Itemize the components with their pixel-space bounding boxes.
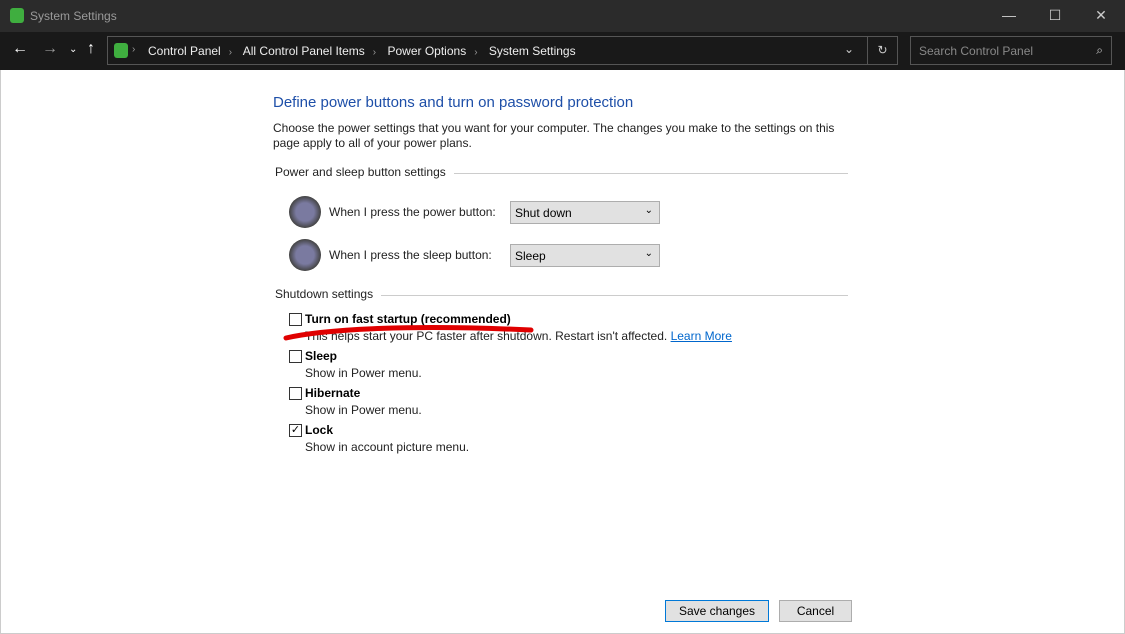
search-icon[interactable]: ⌕ bbox=[1096, 43, 1103, 58]
sleep-button-label: When I press the sleep button: bbox=[329, 248, 492, 262]
breadcrumb: Control Panel › All Control Panel Items › … bbox=[148, 44, 576, 58]
lock-checkbox[interactable]: ✓ bbox=[289, 424, 302, 437]
power-button-select[interactable]: Shut down ⌄ bbox=[510, 201, 660, 224]
sleep-description: Show in Power menu. bbox=[305, 366, 422, 380]
breadcrumb-item[interactable]: Power Options bbox=[387, 44, 466, 58]
back-arrow-icon[interactable]: ← bbox=[12, 40, 28, 58]
sleep-label[interactable]: Sleep bbox=[305, 349, 337, 363]
refresh-icon[interactable]: ↻ bbox=[867, 37, 897, 64]
sleep-button-icon bbox=[289, 239, 321, 271]
control-panel-icon bbox=[10, 8, 24, 23]
minimize-button[interactable]: — bbox=[986, 0, 1032, 32]
power-button-label: When I press the power button: bbox=[329, 205, 496, 219]
maximize-button[interactable]: ☐ bbox=[1032, 0, 1078, 32]
lock-description: Show in account picture menu. bbox=[305, 440, 470, 454]
sleep-checkbox[interactable] bbox=[289, 350, 302, 363]
breadcrumb-item[interactable]: Control Panel bbox=[148, 44, 221, 58]
address-dropdown-icon[interactable]: ⌄ bbox=[844, 42, 854, 56]
close-button[interactable]: ✕ bbox=[1078, 0, 1124, 32]
title-bar: System Settings — ☐ ✕ bbox=[0, 0, 1125, 32]
learn-more-link[interactable]: Learn More bbox=[671, 329, 732, 343]
chevron-down-icon: ⌄ bbox=[644, 205, 653, 216]
navigation-bar: ← → ⌄ ↑ › Control Panel › All Control Pan… bbox=[0, 32, 1125, 70]
content-area: Define power buttons and turn on passwor… bbox=[0, 70, 1125, 634]
red-annotation-stroke bbox=[283, 325, 534, 341]
power-button-icon bbox=[289, 196, 321, 228]
shutdown-group-header: Shutdown settings bbox=[275, 287, 848, 301]
up-arrow-icon[interactable]: ↑ bbox=[87, 40, 95, 58]
forward-arrow-icon[interactable]: → bbox=[42, 40, 58, 58]
address-bar[interactable]: › Control Panel › All Control Panel Items… bbox=[107, 36, 898, 65]
page-title: Define power buttons and turn on passwor… bbox=[273, 94, 634, 111]
window-title: System Settings bbox=[30, 9, 117, 23]
sleep-button-select[interactable]: Sleep ⌄ bbox=[510, 244, 660, 267]
control-panel-icon bbox=[114, 43, 128, 58]
lock-label[interactable]: Lock bbox=[305, 423, 333, 437]
save-changes-button[interactable]: Save changes bbox=[665, 600, 769, 622]
breadcrumb-chevron-icon: › bbox=[132, 44, 136, 55]
search-placeholder: Search Control Panel bbox=[919, 44, 1034, 58]
hibernate-checkbox[interactable] bbox=[289, 387, 302, 400]
recent-locations-chevron-icon[interactable]: ⌄ bbox=[69, 44, 77, 55]
hibernate-label[interactable]: Hibernate bbox=[305, 386, 360, 400]
search-input[interactable]: Search Control Panel ⌕ bbox=[910, 36, 1112, 65]
chevron-down-icon: ⌄ bbox=[644, 248, 653, 259]
hibernate-description: Show in Power menu. bbox=[305, 403, 422, 417]
page-intro: Choose the power settings that you want … bbox=[273, 121, 835, 150]
breadcrumb-item[interactable]: All Control Panel Items bbox=[243, 44, 365, 58]
power-group-header: Power and sleep button settings bbox=[275, 165, 848, 179]
cancel-button[interactable]: Cancel bbox=[779, 600, 852, 622]
breadcrumb-item[interactable]: System Settings bbox=[489, 44, 576, 58]
